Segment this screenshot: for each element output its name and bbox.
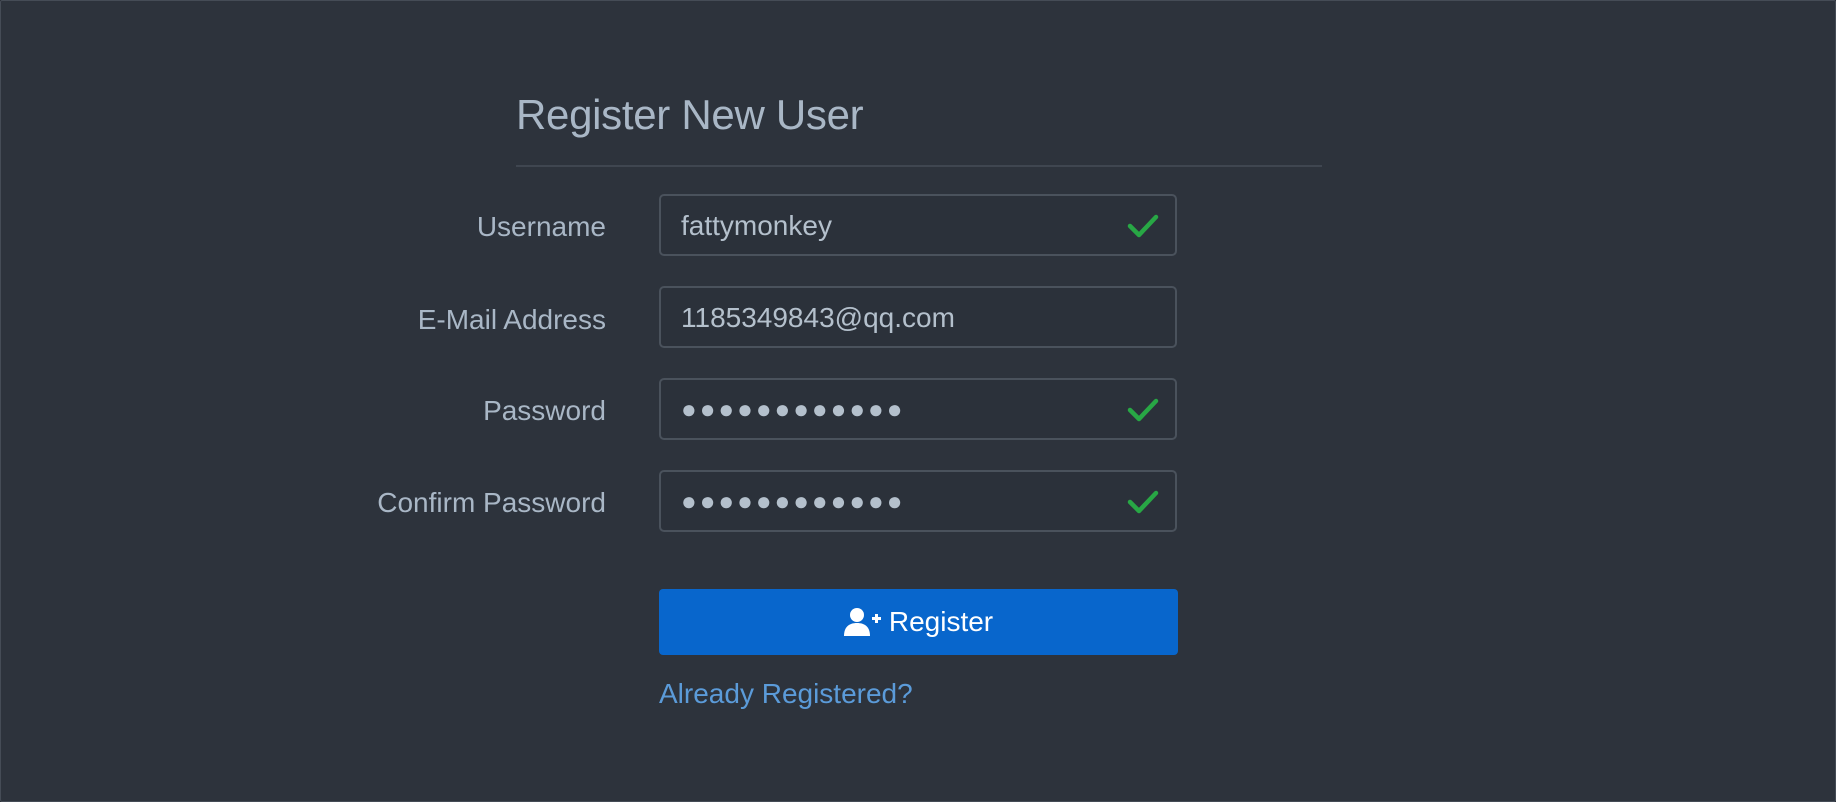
username-value: fattymonkey xyxy=(681,210,832,241)
email-field[interactable]: 1185349843@qq.com xyxy=(659,286,1177,348)
email-label: E-Mail Address xyxy=(417,304,606,335)
check-icon xyxy=(1127,214,1159,238)
check-icon xyxy=(1127,398,1159,422)
page-title: Register New User xyxy=(516,91,864,138)
check-icon xyxy=(1127,490,1159,514)
password-field[interactable]: ●●●●●●●●●●●● xyxy=(659,378,1177,440)
password-label: Password xyxy=(483,395,606,426)
confirm-password-label: Confirm Password xyxy=(377,487,606,518)
already-registered-link[interactable]: Already Registered? xyxy=(659,677,913,711)
password-value: ●●●●●●●●●●●● xyxy=(681,394,906,424)
confirm-password-field[interactable]: ●●●●●●●●●●●● xyxy=(659,470,1177,532)
user-plus-icon xyxy=(843,608,881,636)
register-panel: Register New User Username fattymonkey E… xyxy=(0,0,1836,802)
register-button[interactable]: Register xyxy=(659,589,1178,655)
username-field[interactable]: fattymonkey xyxy=(659,194,1177,256)
title-divider xyxy=(516,165,1322,167)
confirm-password-value: ●●●●●●●●●●●● xyxy=(681,486,906,516)
email-value: 1185349843@qq.com xyxy=(681,302,955,333)
username-label: Username xyxy=(476,211,606,242)
register-button-label: Register xyxy=(888,606,994,637)
